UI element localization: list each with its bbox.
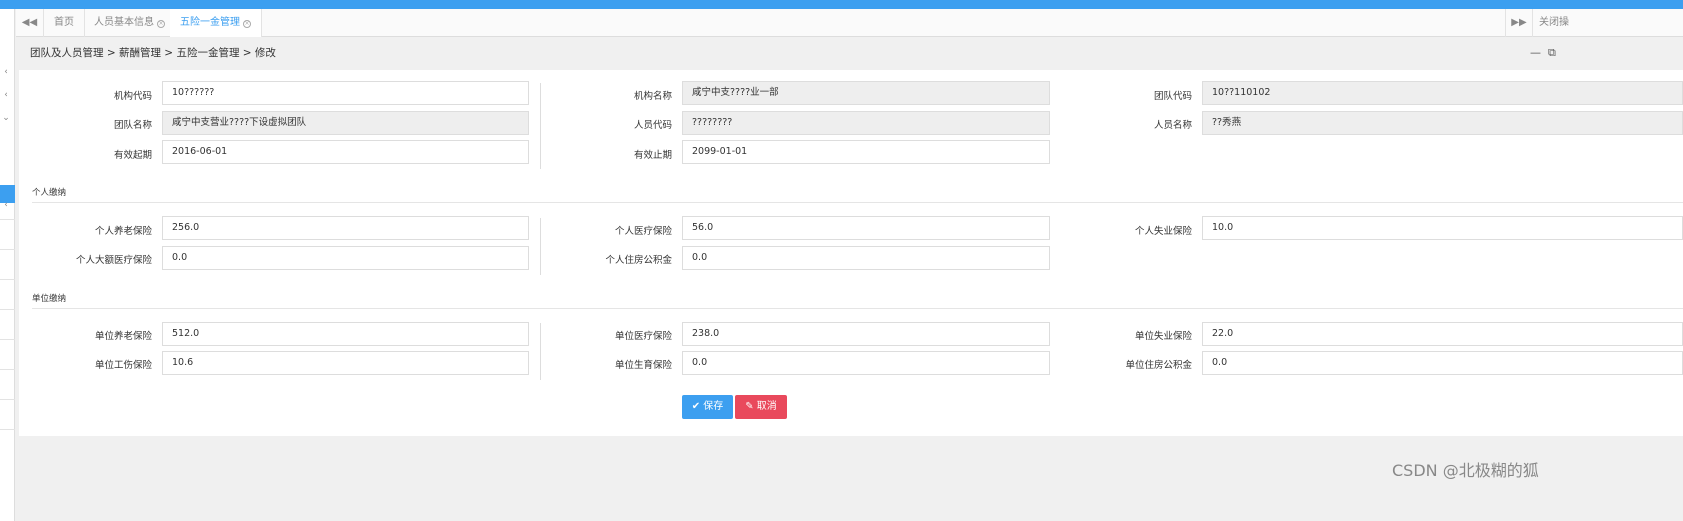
org-code-input[interactable]: 10?????? [162,81,529,105]
personal-section-title: 个人缴纳 [32,188,67,198]
company-maternity-input[interactable]: 0.0 [682,351,1050,375]
personal-housing-fund-label: 个人住房公积金 [605,255,672,266]
close-operations-menu[interactable]: 关闭操 [1533,9,1575,37]
chevron-left-icon[interactable]: ‹ [1,200,11,210]
eraser-icon: ✎ [745,401,757,412]
valid-from-label: 有效起期 [113,150,152,161]
tab-label: 首页 [54,17,74,28]
column-divider [540,218,541,275]
close-operations-label: 关闭操 [1539,17,1569,28]
personal-unemployment-label: 个人失业保险 [1134,226,1192,237]
personal-housing-fund-input[interactable]: 0.0 [682,246,1050,270]
valid-to-label: 有效止期 [633,150,672,161]
org-name-label: 机构名称 [633,91,672,102]
team-code-input[interactable]: 10??110102 [1202,81,1683,105]
company-injury-label: 单位工伤保险 [94,360,152,371]
company-section-title: 单位缴纳 [32,294,67,304]
org-code-label: 机构代码 [113,91,152,102]
personal-major-medical-label: 个人大额医疗保险 [75,255,152,266]
personal-pension-input[interactable]: 256.0 [162,216,529,240]
chevron-left-icon[interactable]: ‹ [1,90,11,100]
section-divider [32,308,1683,309]
tab-label: 五险一金管理 [180,17,240,28]
org-name-input[interactable]: 咸宁中支????业一部 [682,81,1050,105]
chevron-left-icon[interactable]: ‹ [1,67,11,77]
check-icon: ✔ [691,401,704,412]
personal-pension-label: 个人养老保险 [94,226,152,237]
sidebar-divider [0,399,15,400]
watermark: CSDN @北极糊的狐 [1392,461,1539,480]
person-name-label: 人员名称 [1153,120,1192,131]
double-right-arrow-icon: ▶▶ [1511,17,1527,28]
sidebar-divider [0,429,15,430]
sidebar-divider [0,249,15,250]
save-button-label: 保存 [703,401,724,412]
tab-scroll-right-button[interactable]: ▶▶ [1505,9,1533,37]
chevron-down-icon[interactable]: ⌄ [1,113,11,123]
company-unemployment-label: 单位失业保险 [1134,331,1192,342]
person-code-label: 人员代码 [633,120,672,131]
sidebar-divider [0,339,15,340]
personal-major-medical-input[interactable]: 0.0 [162,246,529,270]
section-divider [32,202,1683,203]
tab-label: 人员基本信息 [94,17,154,28]
maximize-icon[interactable]: ⧉ [1548,46,1556,60]
team-name-input[interactable]: 咸宁中支营业????下设虚拟团队 [162,111,529,135]
company-medical-label: 单位医疗保险 [614,331,672,342]
sidebar-divider [0,279,15,280]
valid-from-input[interactable]: 2016-06-01 [162,140,529,164]
edit-form-panel: 机构代码 10?????? 机构名称 咸宁中支????业一部 团队代码 10??… [19,70,1683,436]
company-injury-input[interactable]: 10.6 [162,351,529,375]
person-name-input[interactable]: ??秀燕 [1202,111,1683,135]
breadcrumb: 团队及人员管理 > 薪酬管理 > 五险一金管理 > 修改 [30,47,276,59]
personal-medical-label: 个人医疗保险 [614,226,672,237]
cancel-button[interactable]: ✎ 取消 [735,395,787,419]
valid-to-input[interactable]: 2099-01-01 [682,140,1050,164]
company-pension-input[interactable]: 512.0 [162,322,529,346]
double-left-arrow-icon: ◀◀ [21,17,38,28]
team-code-label: 团队代码 [1153,91,1192,102]
tab-bar: ◀◀ 首页 人员基本信息 × 五险一金管理 × ▶▶ 关闭操 [16,9,1683,37]
close-icon[interactable]: × [157,20,165,28]
company-unemployment-input[interactable]: 22.0 [1202,322,1683,346]
column-divider [540,323,541,380]
company-medical-input[interactable]: 238.0 [682,322,1050,346]
team-name-label: 团队名称 [113,120,152,131]
top-accent-bar [0,0,1683,9]
tab-home[interactable]: 首页 [44,9,85,37]
tab-personnel-info[interactable]: 人员基本信息 × [84,9,176,37]
person-code-input[interactable]: ???????? [682,111,1050,135]
company-pension-label: 单位养老保险 [94,331,152,342]
personal-medical-input[interactable]: 56.0 [682,216,1050,240]
tab-insurance-management[interactable]: 五险一金管理 × [170,9,262,37]
minimize-icon[interactable]: — [1530,46,1541,59]
company-housing-fund-label: 单位住房公积金 [1125,360,1192,371]
sidebar-divider [0,219,15,220]
sidebar-divider [0,309,15,310]
column-divider [540,83,541,169]
tab-scroll-left-button[interactable]: ◀◀ [16,9,44,37]
close-icon[interactable]: × [243,20,251,28]
personal-unemployment-input[interactable]: 10.0 [1202,216,1683,240]
save-button[interactable]: ✔ 保存 [682,395,733,419]
cancel-button-label: 取消 [756,401,777,412]
left-sidebar: ‹ ‹ ⌄ ‹ [0,9,15,521]
company-housing-fund-input[interactable]: 0.0 [1202,351,1683,375]
sidebar-divider [0,369,15,370]
company-maternity-label: 单位生育保险 [614,360,672,371]
